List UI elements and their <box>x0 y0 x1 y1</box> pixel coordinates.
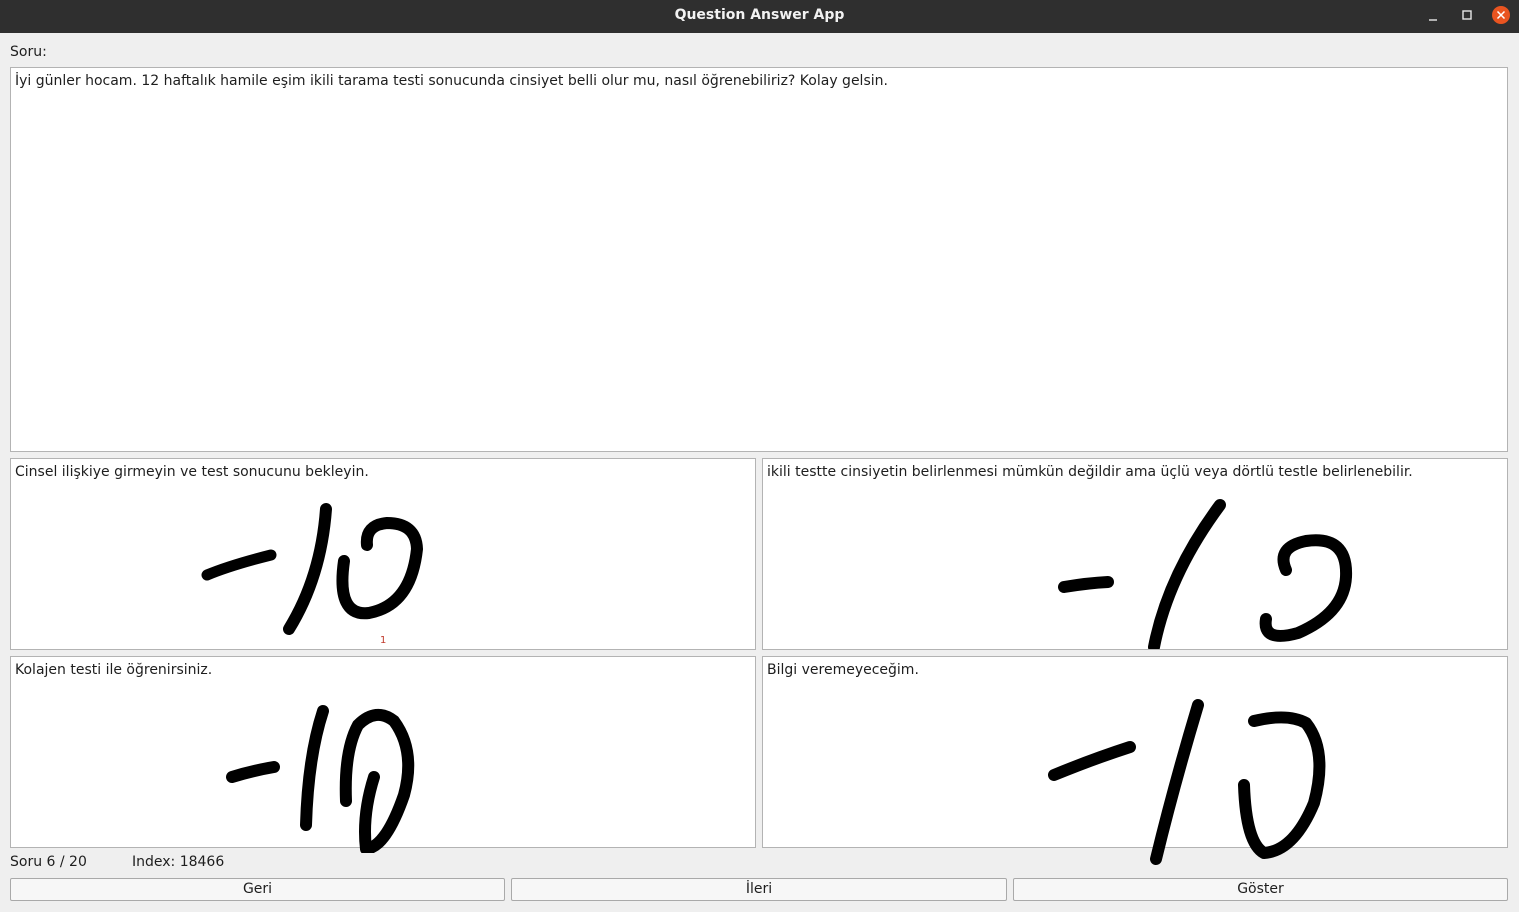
answer-text-1: Cinsel ilişkiye girmeyin ve test sonucun… <box>15 464 369 480</box>
answer-box-2[interactable]: ikili testte cinsiyetin belirlenmesi müm… <box>762 458 1508 650</box>
handwritten-score-1 <box>201 503 423 635</box>
question-text: İyi günler hocam. 12 haftalık hamile eşi… <box>15 73 888 89</box>
answer-box-4[interactable]: Bilgi veremeyeceğim. <box>762 656 1508 865</box>
handwritten-score-4 <box>1048 699 1326 865</box>
question-label: Soru: <box>10 44 47 60</box>
window-titlebar: Question Answer App <box>0 0 1519 33</box>
index-label: Index: 18466 <box>132 854 225 870</box>
close-icon[interactable] <box>1490 5 1512 27</box>
answer-box-3[interactable]: Kolajen testi ile öğrenirsiniz. <box>10 656 756 853</box>
answer-marker-1: 1 <box>380 635 387 646</box>
show-button[interactable]: Göster <box>1013 878 1508 901</box>
answer-text-2: ikili testte cinsiyetin belirlenmesi müm… <box>767 464 1413 480</box>
answer-text-4: Bilgi veremeyeceğim. <box>767 662 919 678</box>
handwritten-score-2 <box>1058 499 1353 649</box>
question-textbox[interactable]: İyi günler hocam. 12 haftalık hamile eşi… <box>10 67 1508 452</box>
window-title: Question Answer App <box>674 7 845 23</box>
answer-box-1[interactable]: Cinsel ilişkiye girmeyin ve test sonucun… <box>10 458 756 650</box>
handwritten-score-3 <box>226 705 415 853</box>
progress-label: Soru 6 / 20 <box>10 854 87 870</box>
maximize-icon[interactable] <box>1456 5 1478 27</box>
next-button[interactable]: İleri <box>511 878 1007 901</box>
back-button[interactable]: Geri <box>10 878 505 901</box>
minimize-icon[interactable] <box>1422 5 1444 27</box>
answer-text-3: Kolajen testi ile öğrenirsiniz. <box>15 662 213 678</box>
